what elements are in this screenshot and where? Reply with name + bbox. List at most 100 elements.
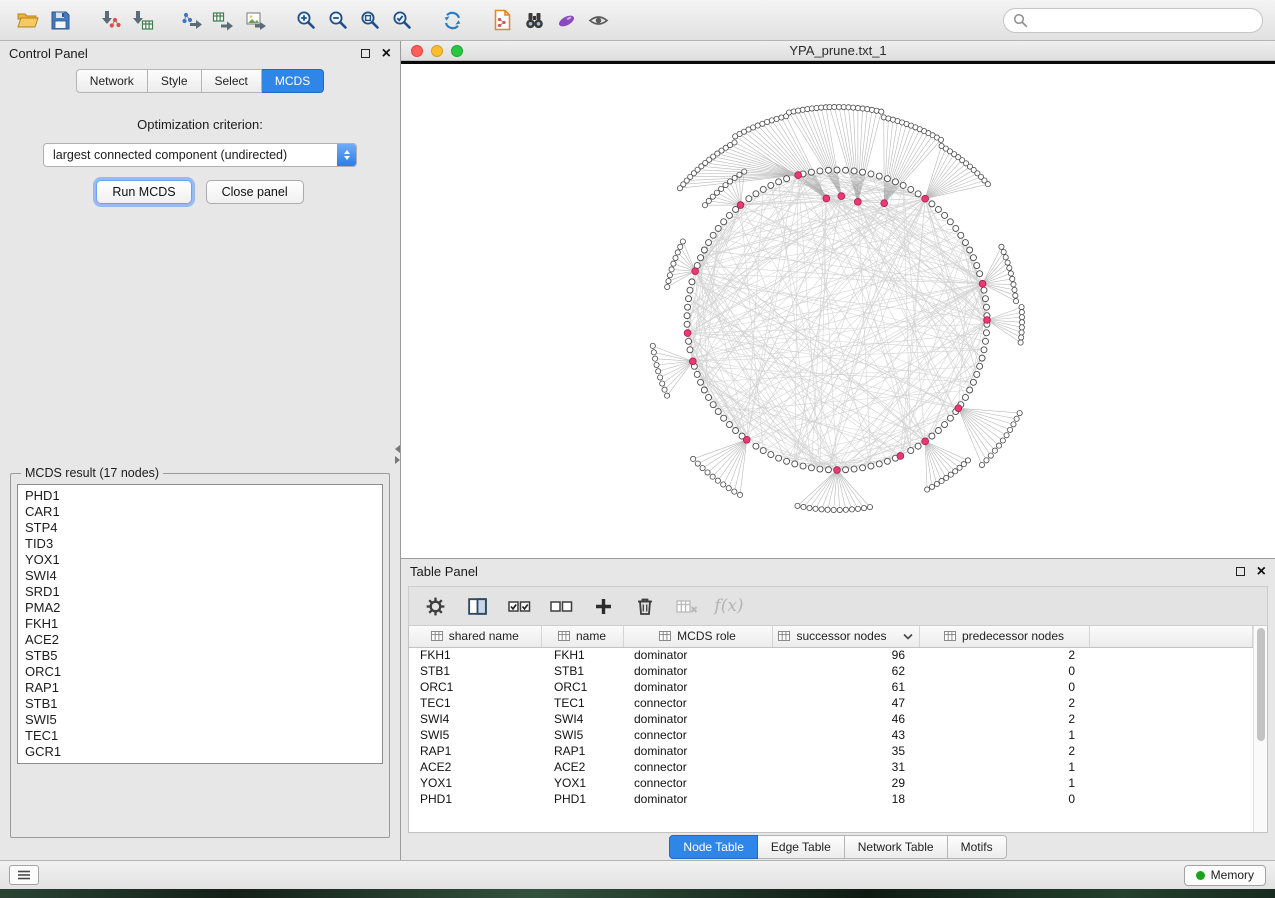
close-panel-button[interactable]: Close panel [206, 180, 304, 204]
table-cell: 47 [772, 695, 919, 711]
find-button[interactable] [518, 4, 550, 36]
table-cell: ACE2 [541, 759, 623, 775]
network-from-selection-button[interactable] [486, 4, 518, 36]
mcds-result-item[interactable]: ORC1 [25, 664, 375, 680]
mcds-result-item[interactable]: STP4 [25, 520, 375, 536]
delete-table-icon [675, 596, 699, 617]
mcds-result-item[interactable]: SWI4 [25, 568, 375, 584]
task-history-button[interactable] [9, 865, 39, 885]
refresh-button[interactable] [436, 4, 468, 36]
export-image-button[interactable] [240, 4, 272, 36]
export-table-icon [212, 10, 236, 31]
mcds-result-item[interactable]: SWI5 [25, 712, 375, 728]
tab-motifs[interactable]: Motifs [948, 835, 1007, 859]
window-zoom-button[interactable] [451, 45, 463, 57]
traffic-lights [411, 45, 463, 57]
table-cell: 0 [919, 791, 1089, 807]
add-column-button[interactable] [589, 592, 617, 620]
select-all-rows-button[interactable] [505, 592, 533, 620]
table-scrollbar[interactable] [1253, 626, 1267, 832]
mcds-result-item[interactable]: CAR1 [25, 504, 375, 520]
table-row[interactable]: PHD1PHD1dominator180 [409, 791, 1253, 807]
tab-node-table[interactable]: Node Table [669, 835, 758, 859]
deselect-all-rows-button[interactable] [547, 592, 575, 620]
zoom-in-icon [296, 10, 317, 31]
tab-edge-table[interactable]: Edge Table [758, 835, 845, 859]
delete-table-button [673, 592, 701, 620]
mcds-result-list[interactable]: PHD1CAR1STP4TID3YOX1SWI4SRD1PMA2FKH1ACE2… [17, 484, 383, 764]
memory-button[interactable]: Memory [1184, 865, 1266, 886]
delete-column-button[interactable] [631, 592, 659, 620]
table-row[interactable]: ACE2ACE2connector311 [409, 759, 1253, 775]
close-table-panel-button[interactable]: × [1257, 564, 1266, 580]
search-box[interactable] [1003, 8, 1263, 33]
open-button[interactable] [12, 4, 44, 36]
tab-select[interactable]: Select [202, 69, 262, 93]
table-cell: SWI4 [409, 711, 541, 727]
column-grid-icon [944, 631, 956, 641]
window-close-button[interactable] [411, 45, 423, 57]
table-settings-button[interactable] [421, 592, 449, 620]
tab-mcds[interactable]: MCDS [262, 69, 324, 93]
mcds-result-item[interactable]: PHD1 [25, 488, 375, 504]
zoom-out-button[interactable] [322, 4, 354, 36]
hide-details-button[interactable] [582, 4, 614, 36]
table-row[interactable]: STB1STB1dominator620 [409, 663, 1253, 679]
mcds-result-item[interactable]: STB5 [25, 648, 375, 664]
column-header-predecessor-nodes[interactable]: predecessor nodes [919, 626, 1089, 647]
table-cell: 1 [919, 727, 1089, 743]
float-table-panel-button[interactable] [1236, 567, 1245, 576]
window-minimize-button[interactable] [431, 45, 443, 57]
column-header-shared-name[interactable]: shared name [409, 626, 541, 647]
table-cell: connector [623, 775, 772, 791]
column-header-mcds-role[interactable]: MCDS role [623, 626, 772, 647]
mcds-result-group: MCDS result (17 nodes) PHD1CAR1STP4TID3Y… [10, 466, 390, 838]
tab-style[interactable]: Style [148, 69, 202, 93]
table-cell: STB1 [541, 663, 623, 679]
table-row[interactable]: ORC1ORC1dominator610 [409, 679, 1253, 695]
column-header-successor-nodes[interactable]: successor nodes [772, 626, 919, 647]
mcds-result-item[interactable]: PMA2 [25, 600, 375, 616]
mcds-result-item[interactable]: TID3 [25, 536, 375, 552]
table-cell-filler [1089, 727, 1253, 743]
mcds-result-item[interactable]: TEC1 [25, 728, 375, 744]
table-row[interactable]: FKH1FKH1dominator962 [409, 647, 1253, 663]
export-table-button[interactable] [208, 4, 240, 36]
zoom-selected-button[interactable] [386, 4, 418, 36]
table-row[interactable]: TEC1TEC1connector472 [409, 695, 1253, 711]
network-window-titlebar[interactable]: YPA_prune.txt_1 [401, 41, 1275, 61]
mcds-result-item[interactable]: ACE2 [25, 632, 375, 648]
mcds-result-item[interactable]: STB1 [25, 696, 375, 712]
table-cell: dominator [623, 679, 772, 695]
table-cell: 2 [919, 695, 1089, 711]
scrollbar-thumb[interactable] [1257, 628, 1265, 741]
table-row[interactable]: SWI4SWI4dominator462 [409, 711, 1253, 727]
table-cell: 35 [772, 743, 919, 759]
tab-network-table[interactable]: Network Table [845, 835, 948, 859]
float-panel-button[interactable] [361, 49, 370, 58]
import-table-button[interactable] [126, 4, 158, 36]
mcds-result-item[interactable]: GCR1 [25, 744, 375, 760]
zoom-in-button[interactable] [290, 4, 322, 36]
criterion-select[interactable]: largest connected component (undirected) [43, 143, 357, 167]
table-row[interactable]: RAP1RAP1dominator352 [409, 743, 1253, 759]
column-header-name[interactable]: name [541, 626, 623, 647]
tab-network[interactable]: Network [76, 69, 148, 93]
splitter-handle[interactable] [395, 445, 400, 464]
show-columns-button[interactable] [463, 592, 491, 620]
search-input[interactable] [1034, 13, 1253, 27]
mcds-result-item[interactable]: FKH1 [25, 616, 375, 632]
network-graph[interactable] [401, 64, 1274, 558]
mcds-result-item[interactable]: SRD1 [25, 584, 375, 600]
export-network-button[interactable] [176, 4, 208, 36]
mcds-result-item[interactable]: RAP1 [25, 680, 375, 696]
table-row[interactable]: YOX1YOX1connector291 [409, 775, 1253, 791]
mcds-result-item[interactable]: YOX1 [25, 552, 375, 568]
save-button[interactable] [44, 4, 76, 36]
run-mcds-button[interactable]: Run MCDS [96, 180, 191, 204]
table-row[interactable]: SWI5SWI5connector431 [409, 727, 1253, 743]
style-preview-button[interactable] [550, 4, 582, 36]
close-panel-icon-button[interactable]: × [382, 46, 391, 62]
import-network-button[interactable] [94, 4, 126, 36]
zoom-fit-button[interactable] [354, 4, 386, 36]
